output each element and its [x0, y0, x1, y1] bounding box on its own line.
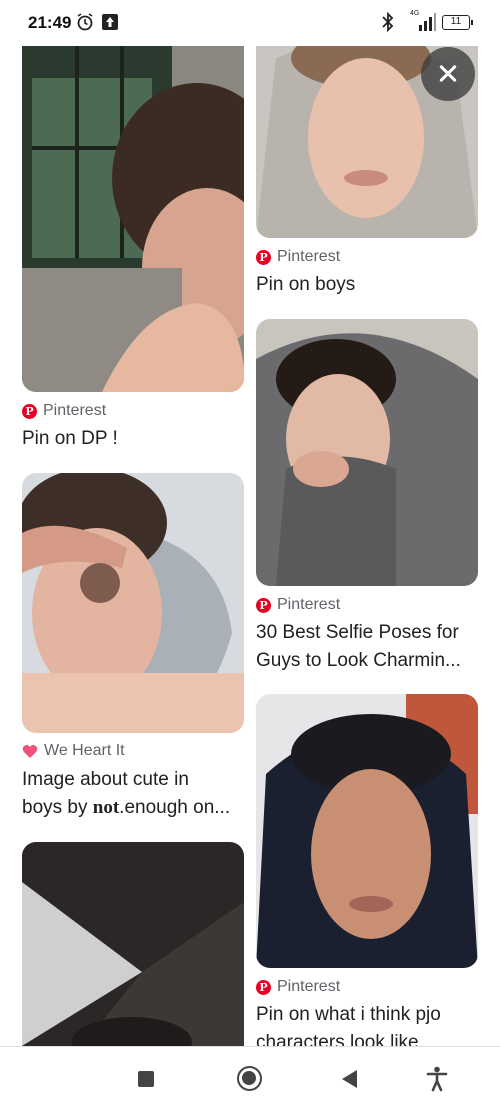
pin-image[interactable] [256, 694, 478, 968]
pin-title[interactable]: 30 Best Selfie Poses for Guys to Look Ch… [256, 619, 478, 675]
recents-icon[interactable] [138, 1071, 154, 1087]
pin-image[interactable] [22, 38, 244, 392]
bluetooth-icon [382, 12, 394, 32]
pin-title[interactable]: Image about cute in boys by not.enough o… [22, 766, 244, 822]
pin-title[interactable]: Pin on DP ! [22, 425, 244, 453]
source-label: Pinterest [43, 402, 107, 419]
pinterest-icon: P [22, 403, 37, 419]
alarm-icon [77, 13, 93, 31]
battery-level: 11 [450, 16, 462, 27]
pin-title[interactable]: Pin on what i think pjo characters look … [256, 1001, 478, 1046]
status-bar: 21:49 4G 11 [0, 0, 500, 46]
navigation-bar [0, 1046, 500, 1112]
pin-source: P Pinterest [256, 596, 340, 614]
upload-icon [102, 14, 118, 30]
heart-icon [22, 744, 38, 758]
back-icon[interactable] [342, 1070, 357, 1088]
source-label: Pinterest [277, 248, 341, 265]
accessibility-icon[interactable] [426, 1066, 448, 1092]
source-label: Pinterest [277, 978, 341, 995]
pin-image[interactable] [256, 319, 478, 586]
pinterest-icon: P [256, 249, 271, 265]
pin-source: We Heart It [22, 742, 125, 760]
source-label: We Heart It [44, 742, 125, 759]
pin-source: P Pinterest [256, 248, 340, 266]
pinterest-icon: P [256, 597, 271, 613]
pin-image[interactable] [22, 842, 244, 1046]
home-icon[interactable] [237, 1066, 262, 1091]
pin-title[interactable]: Pin on boys [256, 271, 478, 299]
source-label: Pinterest [277, 596, 341, 613]
battery-icon: 11 [442, 15, 473, 30]
pinterest-icon: P [256, 979, 271, 995]
signal-icon [419, 13, 436, 31]
status-time: 21:49 [28, 13, 72, 32]
pin-image[interactable] [22, 473, 244, 733]
pin-source: P Pinterest [256, 978, 340, 996]
pin-source: P Pinterest [22, 402, 106, 420]
close-button[interactable] [421, 47, 475, 101]
